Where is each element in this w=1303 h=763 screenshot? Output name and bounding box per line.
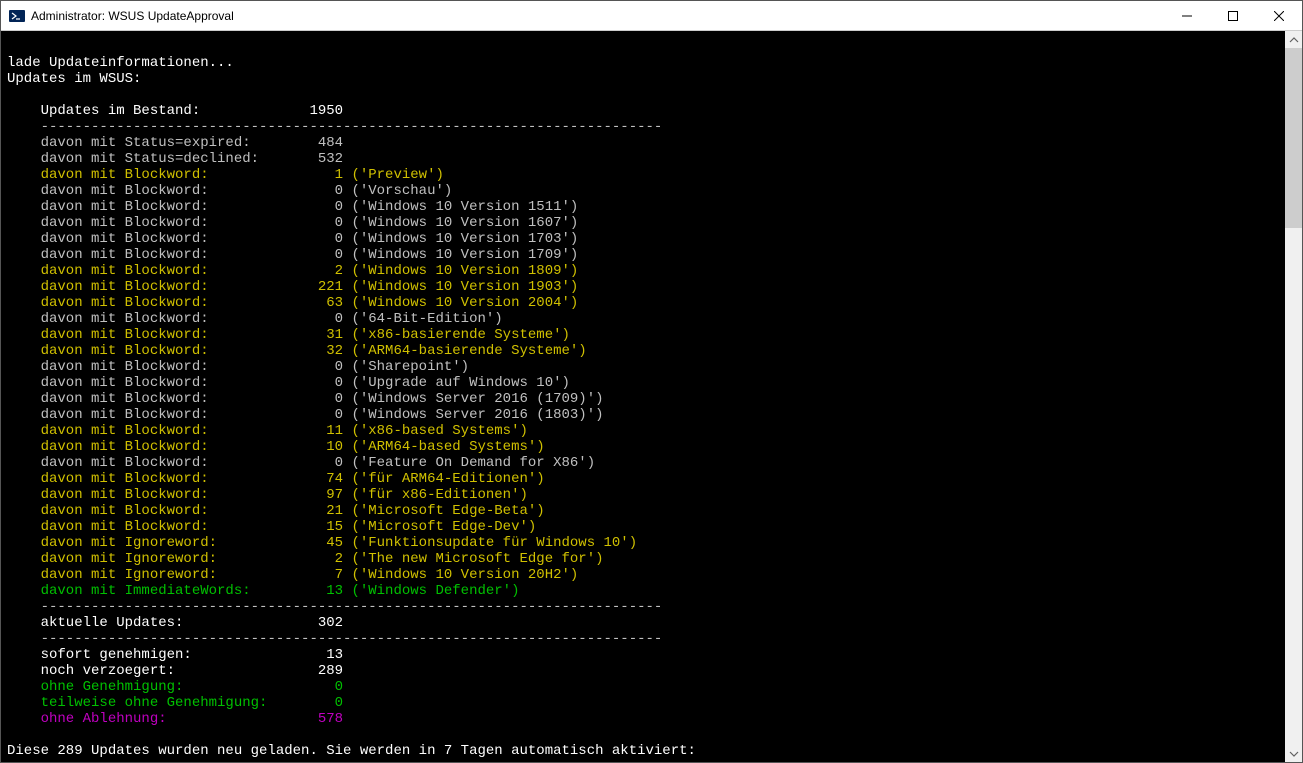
titlebar[interactable]: Administrator: WSUS UpdateApproval	[1, 1, 1302, 31]
content-area: lade Updateinformationen... Updates im W…	[1, 31, 1302, 762]
scroll-down-button[interactable]	[1285, 745, 1302, 762]
console-output[interactable]: lade Updateinformationen... Updates im W…	[1, 31, 1285, 762]
close-button[interactable]	[1256, 1, 1302, 30]
window-title: Administrator: WSUS UpdateApproval	[31, 9, 1164, 23]
scroll-up-button[interactable]	[1285, 31, 1302, 48]
minimize-button[interactable]	[1164, 1, 1210, 30]
app-window: Administrator: WSUS UpdateApproval lade …	[0, 0, 1303, 763]
scroll-thumb[interactable]	[1285, 48, 1302, 228]
powershell-icon	[9, 8, 25, 24]
window-controls	[1164, 1, 1302, 30]
vertical-scrollbar[interactable]	[1285, 31, 1302, 762]
maximize-button[interactable]	[1210, 1, 1256, 30]
